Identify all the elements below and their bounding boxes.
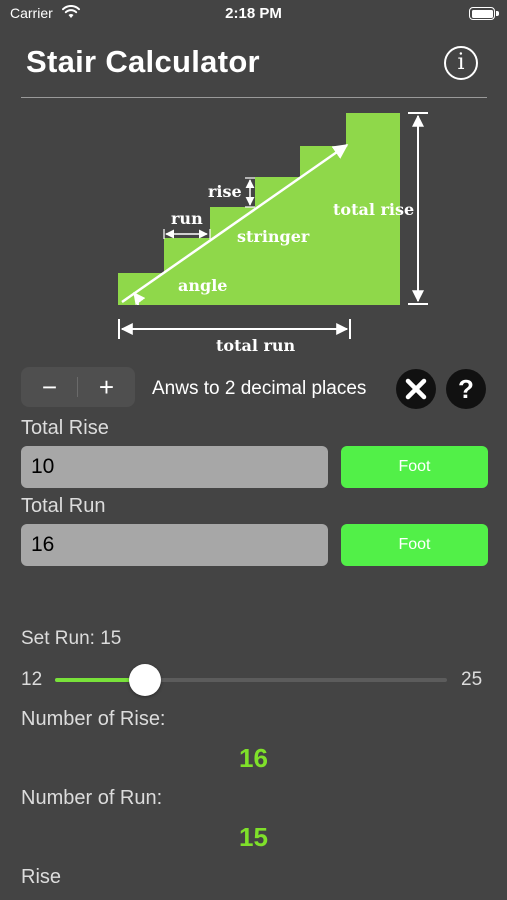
status-bar: Carrier 2:18 PM bbox=[0, 0, 507, 30]
close-icon bbox=[405, 378, 427, 400]
run-label: run bbox=[171, 209, 203, 228]
slider-min-label: 12 bbox=[21, 669, 43, 690]
decimal-places-label: Anws to 2 decimal places bbox=[152, 378, 367, 399]
stair-diagram: rise run stringer total rise angle total… bbox=[118, 112, 428, 355]
stringer-label: stringer bbox=[237, 227, 310, 246]
number-of-rise-value: 16 bbox=[239, 743, 268, 773]
header-divider bbox=[21, 97, 487, 98]
clear-button[interactable] bbox=[396, 369, 436, 409]
battery-icon bbox=[469, 7, 499, 20]
total-rise-label: Total Rise bbox=[21, 417, 109, 439]
total-rise-unit-button[interactable]: Foot bbox=[341, 446, 488, 488]
total-rise-input[interactable]: 10 bbox=[21, 446, 328, 488]
total-run-unit-button[interactable]: Foot bbox=[341, 524, 488, 566]
number-of-run-value: 15 bbox=[239, 822, 268, 852]
info-icon: i bbox=[457, 50, 465, 75]
total-run-label: total run bbox=[216, 336, 296, 355]
number-of-run-label: Number of Run: bbox=[21, 787, 163, 809]
total-run-input[interactable]: 16 bbox=[21, 524, 328, 566]
help-button[interactable]: ? bbox=[446, 369, 486, 409]
rise-label: rise bbox=[208, 182, 242, 201]
total-rise-label: total rise bbox=[333, 200, 414, 219]
slider-thumb[interactable] bbox=[129, 664, 161, 696]
angle-label: angle bbox=[178, 276, 227, 295]
number-of-rise-label: Number of Rise: bbox=[21, 708, 166, 730]
info-button[interactable]: i bbox=[444, 46, 478, 80]
clock: 2:18 PM bbox=[225, 5, 282, 22]
slider-max-label: 25 bbox=[461, 669, 483, 690]
decrement-button[interactable]: − bbox=[21, 367, 78, 407]
total-run-label: Total Run bbox=[21, 495, 106, 517]
page-title: Stair Calculator bbox=[26, 44, 260, 79]
increment-button[interactable]: + bbox=[78, 367, 135, 407]
rise-label: Rise bbox=[21, 866, 62, 888]
set-run-label: Set Run: 15 bbox=[21, 628, 122, 649]
question-icon: ? bbox=[458, 374, 474, 404]
run-slider[interactable] bbox=[55, 664, 447, 696]
decimal-stepper[interactable]: − + bbox=[21, 367, 135, 407]
